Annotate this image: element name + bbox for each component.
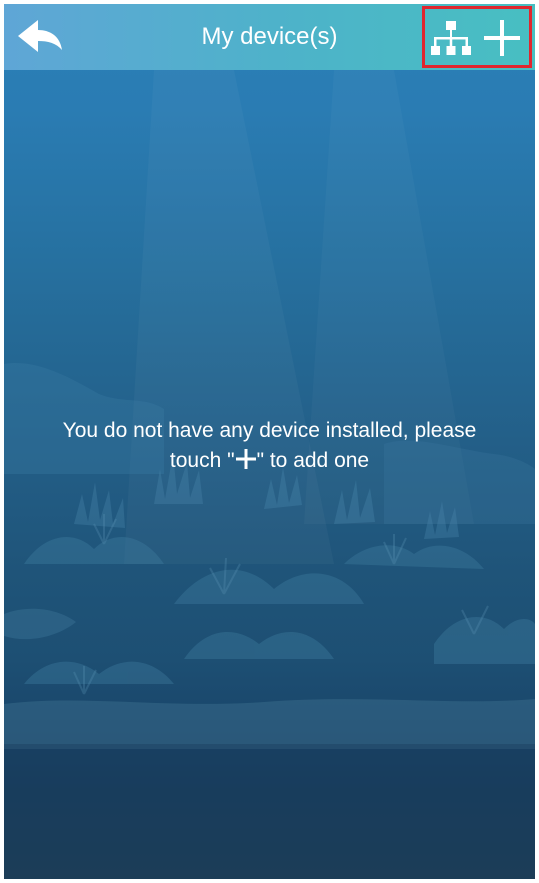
plus-icon	[235, 449, 256, 469]
app-screen: My device(s) You do not have any device …	[4, 4, 535, 879]
empty-state-line1: You do not have any device installed, pl…	[62, 419, 477, 442]
empty-state-message: You do not have any device installed, pl…	[24, 416, 515, 476]
add-device-button[interactable]	[482, 18, 522, 58]
empty-state-line2: touch " " to add one	[24, 446, 515, 476]
page-title: My device(s)	[201, 23, 338, 50]
network-button[interactable]	[431, 20, 471, 60]
network-topology-icon	[431, 21, 471, 55]
back-button[interactable]	[14, 16, 66, 60]
empty-state-prefix: touch "	[169, 449, 235, 472]
back-arrow-icon	[18, 20, 62, 52]
empty-state-suffix: " to add one	[256, 449, 370, 472]
plus-icon	[484, 20, 520, 56]
